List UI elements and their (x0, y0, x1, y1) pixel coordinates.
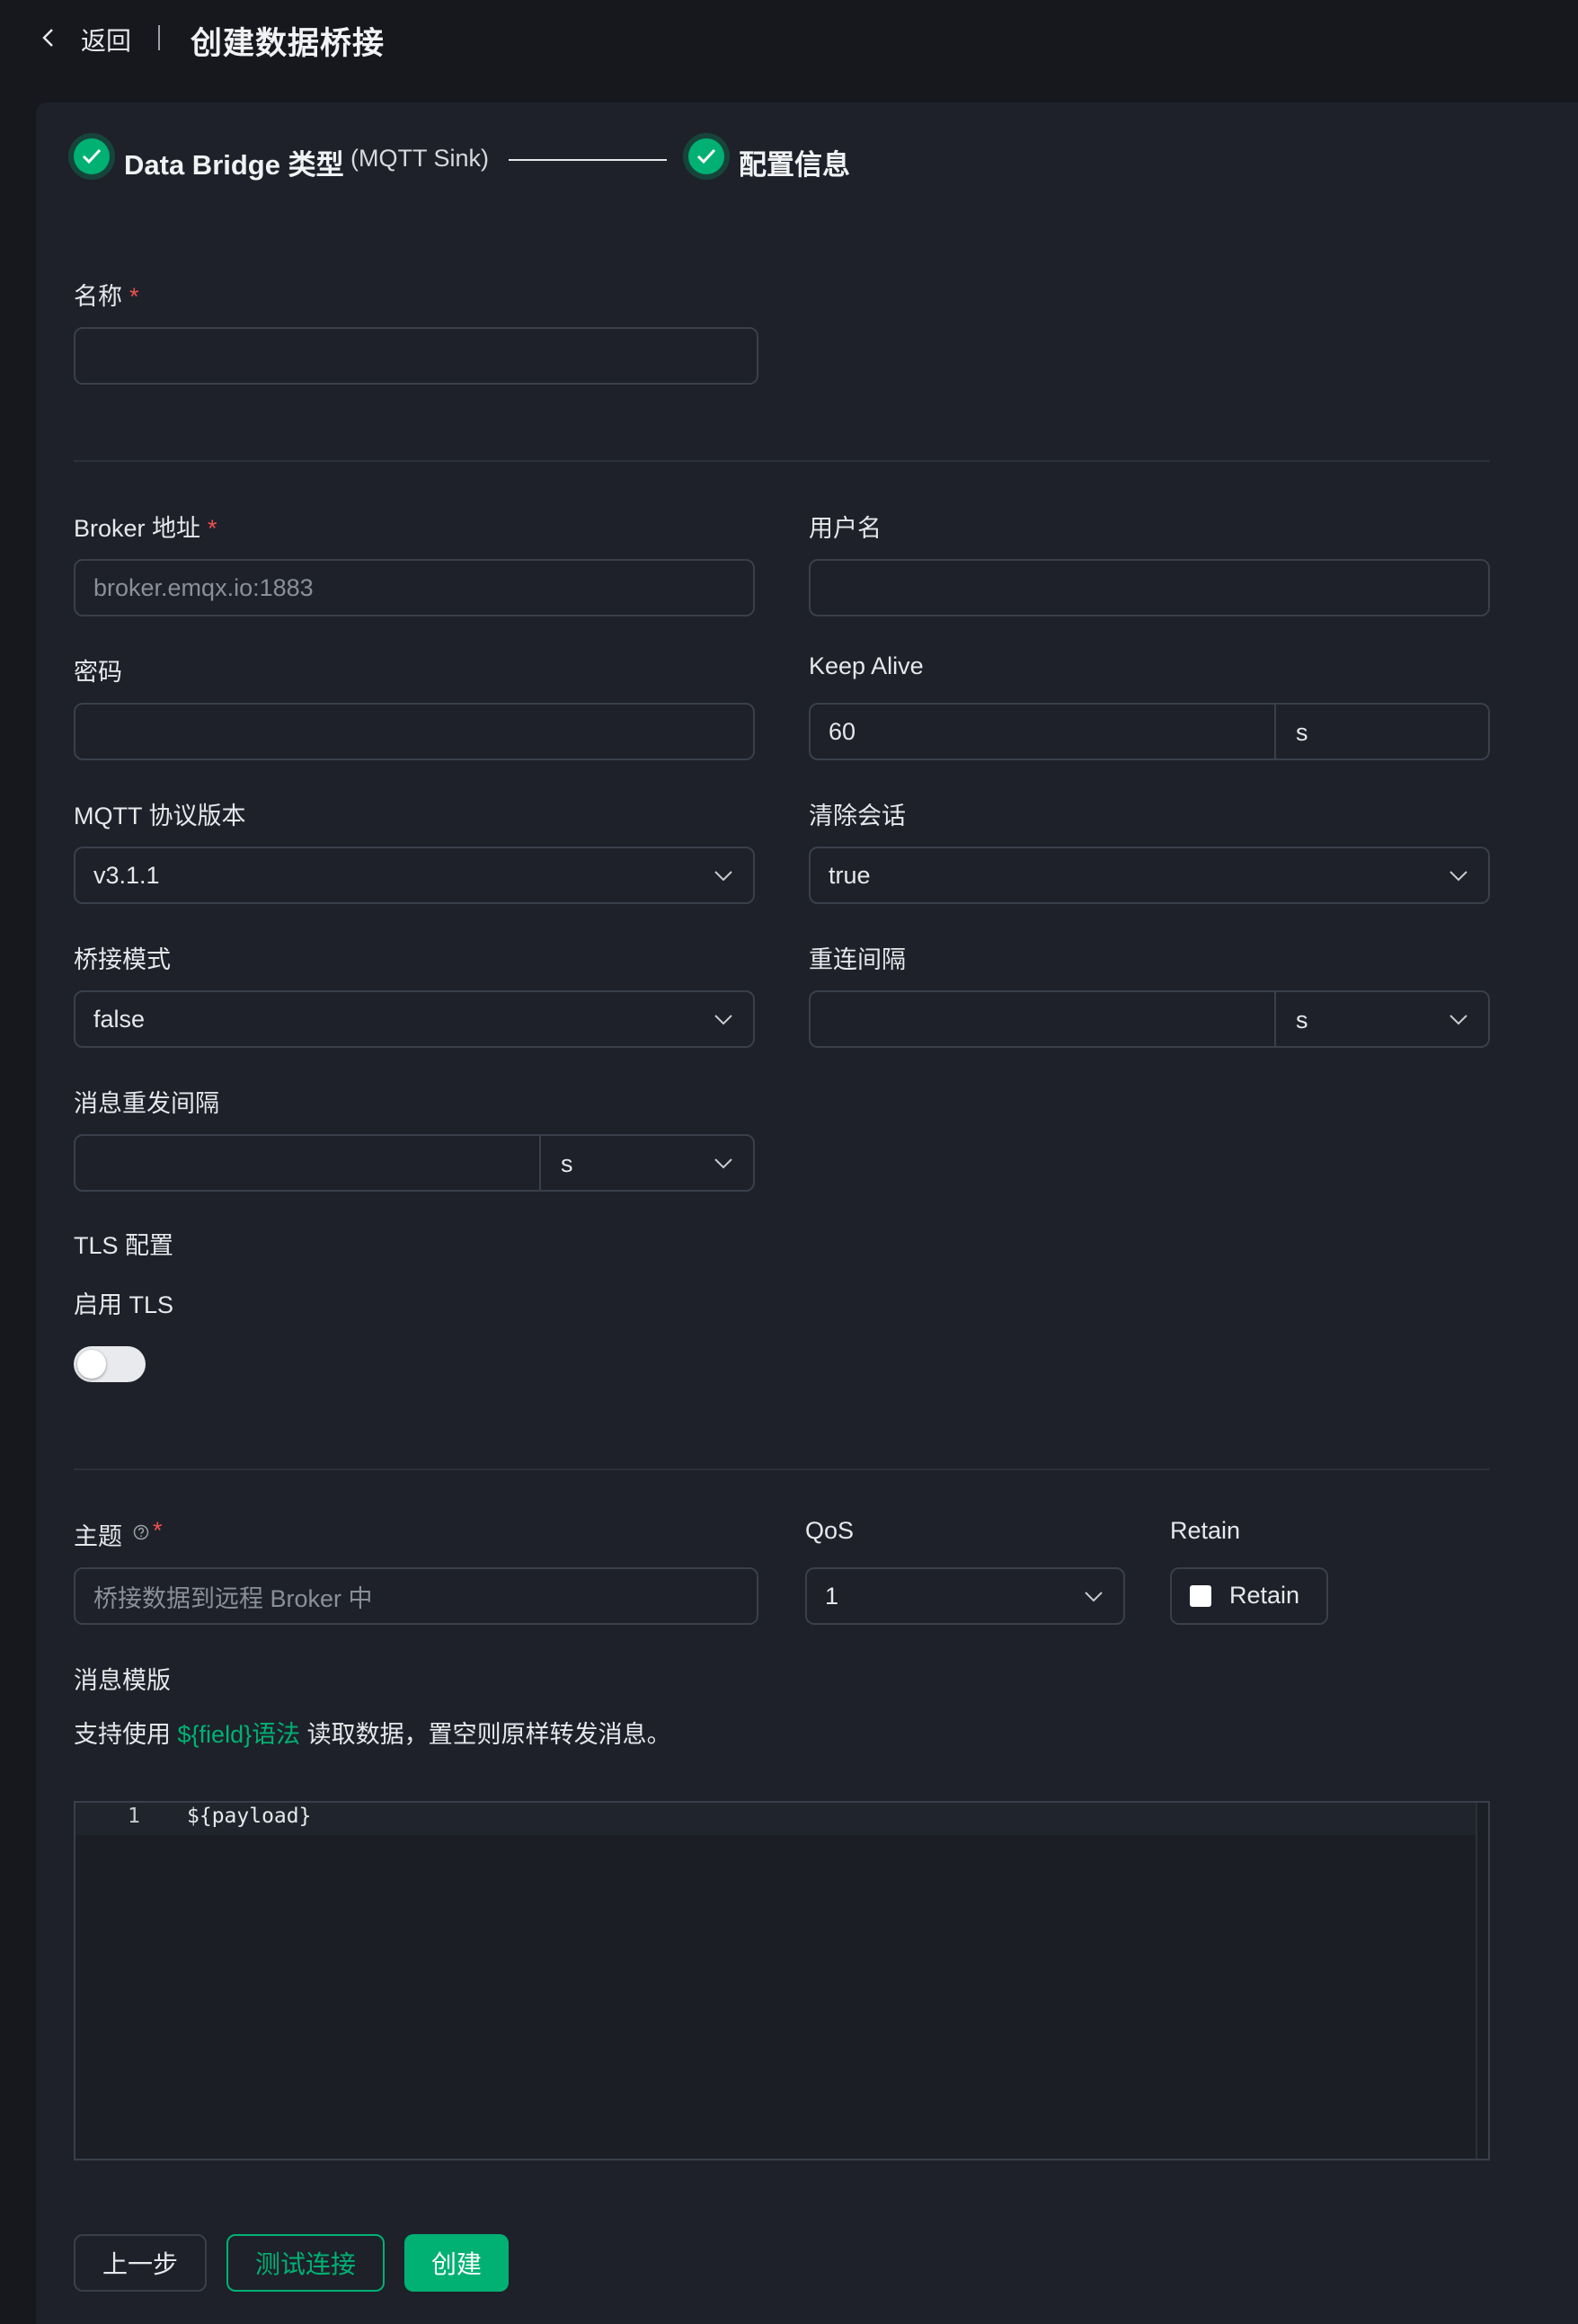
keep-alive-unit: s (1296, 719, 1308, 746)
prev-step-button[interactable]: 上一步 (74, 2234, 207, 2292)
username-label: 用户名 (809, 515, 882, 542)
retry-interval-label: 消息重发间隔 (74, 1090, 219, 1117)
enable-tls-label: 启用 TLS (74, 1291, 174, 1318)
help-icon[interactable] (133, 1524, 149, 1540)
top-bar: 返回 创建数据桥接 (0, 0, 1578, 75)
broker-label-text: Broker 地址 (74, 515, 201, 542)
broker-label: Broker 地址 * (74, 509, 217, 544)
editor-scrollbar[interactable] (1476, 1803, 1488, 2159)
password-label: 密码 (74, 659, 122, 686)
topic-label: 主题 (74, 1517, 122, 1552)
required-mark: * (153, 1517, 163, 1544)
broker-input[interactable]: broker.emqx.io:1883 (74, 559, 755, 616)
clean-session-label: 清除会话 (809, 803, 906, 829)
keep-alive-input[interactable]: 60 s (809, 703, 1490, 760)
step-check-icon (74, 138, 110, 174)
unit-separator (539, 1136, 541, 1190)
password-input[interactable] (74, 703, 755, 760)
chevron-down-icon (714, 871, 732, 882)
clean-session-select[interactable]: true (809, 847, 1490, 904)
header-divider (158, 25, 160, 50)
template-editor[interactable]: 1 ${payload} (74, 1801, 1490, 2160)
chevron-down-icon (714, 1015, 732, 1025)
topic-label-text: 主题 (74, 1523, 122, 1550)
clean-session-value: true (829, 861, 871, 889)
broker-placeholder: broker.emqx.io:1883 (93, 573, 314, 601)
bridge-mode-select[interactable]: false (74, 990, 755, 1048)
reconnect-interval-unit[interactable]: s (1296, 1007, 1308, 1034)
step-check-icon (688, 138, 724, 174)
keep-alive-label: Keep Alive (809, 652, 924, 679)
retain-checkbox[interactable] (1190, 1585, 1211, 1607)
username-input[interactable] (809, 559, 1490, 616)
step-1-title: Data Bridge 类型 (124, 149, 344, 181)
retain-checkbox-button[interactable]: Retain (1170, 1567, 1328, 1625)
chevron-down-icon (1085, 1592, 1103, 1602)
page-title: 创建数据桥接 (191, 26, 386, 61)
back-link[interactable]: 返回 (81, 22, 131, 58)
reconnect-interval-label: 重连间隔 (809, 946, 906, 973)
required-mark: * (129, 283, 139, 310)
required-mark: * (208, 515, 217, 542)
hint-prefix: 支持使用 (74, 1721, 178, 1748)
unit-separator (1274, 992, 1276, 1046)
tls-section-label: TLS 配置 (74, 1232, 174, 1259)
template-hint: 支持使用 ${field}语法 读取数据，置空则原样转发消息。 (74, 1715, 671, 1750)
enable-tls-toggle[interactable] (74, 1346, 146, 1382)
section-divider (74, 460, 1490, 462)
step-2-title: 配置信息 (739, 149, 850, 181)
test-connection-button[interactable]: 测试连接 (226, 2234, 385, 2292)
create-button[interactable]: 创建 (404, 2234, 509, 2292)
retry-interval-input[interactable]: s (74, 1134, 755, 1192)
chevron-left-icon[interactable] (40, 27, 58, 49)
hint-suffix: 读取数据，置空则原样转发消息。 (300, 1721, 671, 1748)
mqtt-version-select[interactable]: v3.1.1 (74, 847, 755, 904)
step-1-subtitle: (MQTT Sink) (350, 145, 489, 172)
mqtt-version-label: MQTT 协议版本 (74, 803, 246, 829)
bridge-mode-value: false (93, 1005, 146, 1033)
section-divider (74, 1468, 1490, 1470)
qos-select[interactable]: 1 (805, 1567, 1125, 1625)
keep-alive-value: 60 (829, 717, 856, 745)
name-label: 名称 * (74, 277, 139, 312)
topic-input[interactable]: 桥接数据到远程 Broker 中 (74, 1567, 758, 1625)
topic-placeholder: 桥接数据到远程 Broker 中 (93, 1584, 373, 1612)
line-number: 1 (128, 1805, 140, 1828)
unit-separator (1274, 705, 1276, 758)
retry-interval-unit[interactable]: s (561, 1150, 573, 1178)
name-input[interactable] (74, 327, 758, 385)
step-connector (509, 159, 667, 161)
retain-checkbox-label: Retain (1229, 1582, 1300, 1609)
chevron-down-icon (1449, 871, 1467, 882)
name-label-text: 名称 (74, 283, 122, 310)
code-line[interactable]: ${payload} (187, 1805, 311, 1828)
template-label: 消息模版 (74, 1667, 171, 1694)
qos-label: QoS (805, 1517, 855, 1544)
field-syntax-link[interactable]: ${field}语法 (178, 1721, 301, 1748)
mqtt-version-value: v3.1.1 (93, 861, 160, 889)
toggle-knob (77, 1350, 106, 1379)
qos-value: 1 (825, 1582, 839, 1610)
chevron-down-icon (1449, 1015, 1467, 1025)
retain-label: Retain (1170, 1517, 1241, 1544)
chevron-down-icon (714, 1158, 732, 1169)
reconnect-interval-input[interactable]: s (809, 990, 1490, 1048)
bridge-mode-label: 桥接模式 (74, 946, 171, 973)
